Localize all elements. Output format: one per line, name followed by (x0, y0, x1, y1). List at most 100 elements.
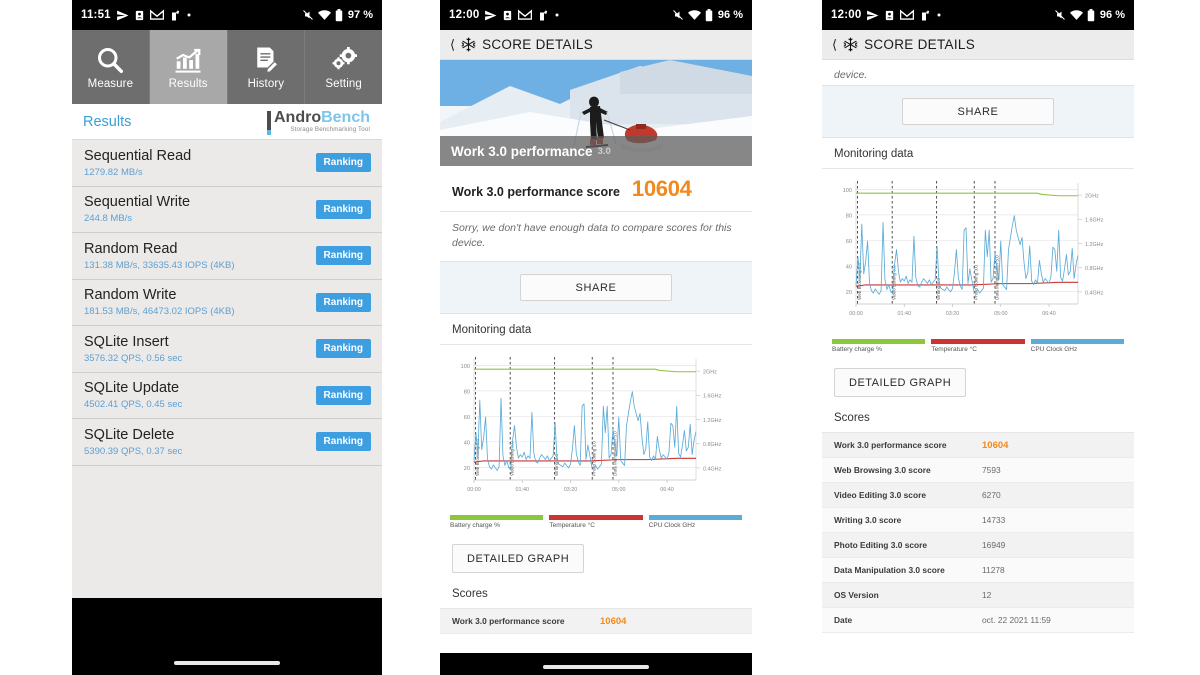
tab-history-label: History (247, 77, 285, 90)
svg-text:05:00: 05:00 (612, 487, 626, 493)
svg-text:80: 80 (464, 390, 470, 396)
table-row: Work 3.0 performance score 10604 (822, 433, 1134, 458)
legend-label: Temperature °C (931, 346, 977, 353)
detailed-graph-button[interactable]: DETAILED GRAPH (834, 368, 967, 397)
mute-icon (1054, 9, 1066, 21)
detailed-graph-section: DETAILED GRAPH (822, 357, 1134, 406)
share-section: SHARE (440, 262, 752, 315)
legend-label: Temperature °C (549, 522, 595, 530)
main-score-value: 10604 (631, 176, 692, 201)
back-chevron-icon[interactable]: ⟨ (450, 37, 455, 53)
logo-mark-icon (266, 110, 271, 135)
table-row[interactable]: SQLite Update 4502.41 QPS, 0.45 sec Ranki… (72, 372, 382, 419)
svg-text:01:40: 01:40 (516, 487, 530, 493)
score-value: 11278 (982, 565, 1005, 575)
result-value: 4502.41 QPS, 0.45 sec (84, 399, 183, 411)
search-icon (95, 45, 125, 75)
ranking-button[interactable]: Ranking (315, 199, 371, 219)
mail-icon (149, 9, 164, 21)
ranking-button[interactable]: Ranking (315, 339, 371, 359)
score-value: 12 (982, 590, 992, 600)
mute-icon (302, 9, 314, 21)
tab-setting-label: Setting (325, 77, 362, 90)
monitoring-data-label: Monitoring data (822, 138, 1134, 169)
monitoring-chart-svg: 20 40 60 80 100 0.4GHz 0.8GHz 1.2GHz 1.6GHz 2GHz 0… (826, 175, 1130, 330)
status-bar-battery: 96 % (717, 9, 743, 21)
legend-label: CPU Clock GHz (1030, 346, 1078, 353)
bottom-tab-bar: Measure Results History Setting (72, 30, 382, 104)
back-chevron-icon[interactable]: ⟨ (832, 37, 837, 53)
detailed-graph-button[interactable]: DETAILED GRAPH (452, 544, 585, 574)
score-name: Work 3.0 performance score (834, 440, 947, 450)
snowflake-logo-icon (461, 37, 476, 52)
chart-legend: Battery charge % Temperature °C CPU Cloc… (826, 335, 1130, 353)
results-list: Sequential Read 1279.82 MB/s Ranking Sequ… (72, 140, 382, 598)
system-navigation-bar (72, 598, 382, 675)
table-row[interactable]: SQLite Delete 5390.39 QPS, 0.37 sec Ranki… (72, 419, 382, 466)
legend-battery: Battery charge % (832, 339, 926, 353)
result-name: Sequential Write (84, 194, 191, 211)
table-row: OS Version 12 (822, 583, 1134, 608)
status-bar-time: 11:51 (81, 9, 111, 21)
legend-label: CPU Clock GHz (648, 522, 696, 530)
app-icon (537, 9, 549, 22)
system-navigation-bar (440, 653, 752, 675)
tab-measure[interactable]: Measure (72, 30, 150, 104)
compare-note: Sorry, we don't have enough data to comp… (440, 212, 752, 263)
table-row[interactable]: SQLite Insert 3576.32 QPS, 0.56 sec Ranki… (72, 326, 382, 373)
table-row[interactable]: Sequential Write 244.8 MB/s Ranking (72, 186, 382, 233)
svg-text:00:00: 00:00 (467, 487, 481, 493)
result-name: SQLite Delete (84, 426, 175, 443)
battery-icon (335, 8, 343, 22)
table-row[interactable]: Random Read 131.38 MB/s, 33635.43 IOPS (4… (72, 233, 382, 280)
ranking-button[interactable]: Ranking (315, 385, 371, 405)
wifi-icon (317, 9, 331, 21)
result-value: 131.38 MB/s, 33635.43 IOPS (4KB) (84, 259, 235, 271)
header-title: SCORE DETAILS (482, 37, 594, 52)
tab-history[interactable]: History (228, 30, 306, 104)
table-row[interactable]: Random Write 181.53 MB/s, 46473.02 IOPS (… (72, 279, 382, 326)
score-value: 10604 (600, 615, 627, 627)
ranking-button[interactable]: Ranking (315, 432, 371, 452)
svg-text:20: 20 (846, 290, 852, 296)
header-title: SCORE DETAILS (864, 37, 976, 52)
score-value: 6270 (982, 490, 1001, 500)
svg-text:03:20: 03:20 (564, 487, 578, 493)
status-bar-battery: 97 % (347, 9, 373, 21)
androbench-logo: AndroBench Storage Benchmarking Tool (266, 108, 370, 135)
status-bar-battery: 96 % (1099, 9, 1125, 21)
monitoring-chart-3[interactable]: 20 40 60 80 100 0.4GHz 0.8GHz 1.2GHz 1.6GHz 2GHz 0… (822, 169, 1134, 357)
result-value: 244.8 MB/s (84, 213, 133, 225)
table-row[interactable]: Sequential Read 1279.82 MB/s Ranking (72, 140, 382, 187)
score-name: Work 3.0 performance score (452, 616, 565, 627)
table-row: Data Manipulation 3.0 score 11278 (822, 558, 1134, 583)
share-button[interactable]: SHARE (902, 98, 1054, 125)
send-icon (866, 9, 879, 22)
tab-setting[interactable]: Setting (305, 30, 382, 104)
svg-text:06:40: 06:40 (660, 487, 674, 493)
ranking-button[interactable]: Ranking (315, 246, 371, 266)
ranking-button[interactable]: Ranking (315, 292, 371, 312)
share-button[interactable]: SHARE (520, 274, 672, 302)
phone-screen-androbench: 11:51 97 % Measure Results History Setti… (72, 0, 382, 675)
home-gesture-pill[interactable] (543, 665, 649, 669)
battery-icon (1087, 8, 1095, 22)
compare-note-clipped: device. (822, 60, 1134, 86)
ranking-button[interactable]: Ranking (315, 153, 371, 173)
app-header: ⟨ SCORE DETAILS (822, 30, 1134, 60)
monitoring-chart-2[interactable]: 20 40 60 80 100 0.4GHz 0.8GHz 1.2GHz 1.6GHz 2GHz 0… (440, 345, 752, 533)
logo-text-part1: Andro (273, 108, 322, 126)
wifi-icon (687, 9, 701, 21)
tab-results[interactable]: Results (149, 30, 228, 104)
status-bar-time: 12:00 (831, 9, 862, 21)
svg-text:Photo Editing 3.0: Photo Editing 3.0 (592, 441, 597, 476)
score-name: Data Manipulation 3.0 score (834, 565, 945, 575)
svg-text:100: 100 (461, 364, 470, 370)
legend-swatch (1030, 339, 1124, 344)
scores-table: Work 3.0 performance score 10604 (440, 609, 752, 635)
scores-section-label: Scores (440, 582, 752, 610)
results-title-row: Results AndroBench Storage Benchmarking … (72, 104, 382, 140)
main-score-row: Work 3.0 performance score 10604 (440, 166, 752, 212)
result-name: Random Read (84, 240, 178, 257)
home-gesture-pill[interactable] (174, 661, 280, 665)
